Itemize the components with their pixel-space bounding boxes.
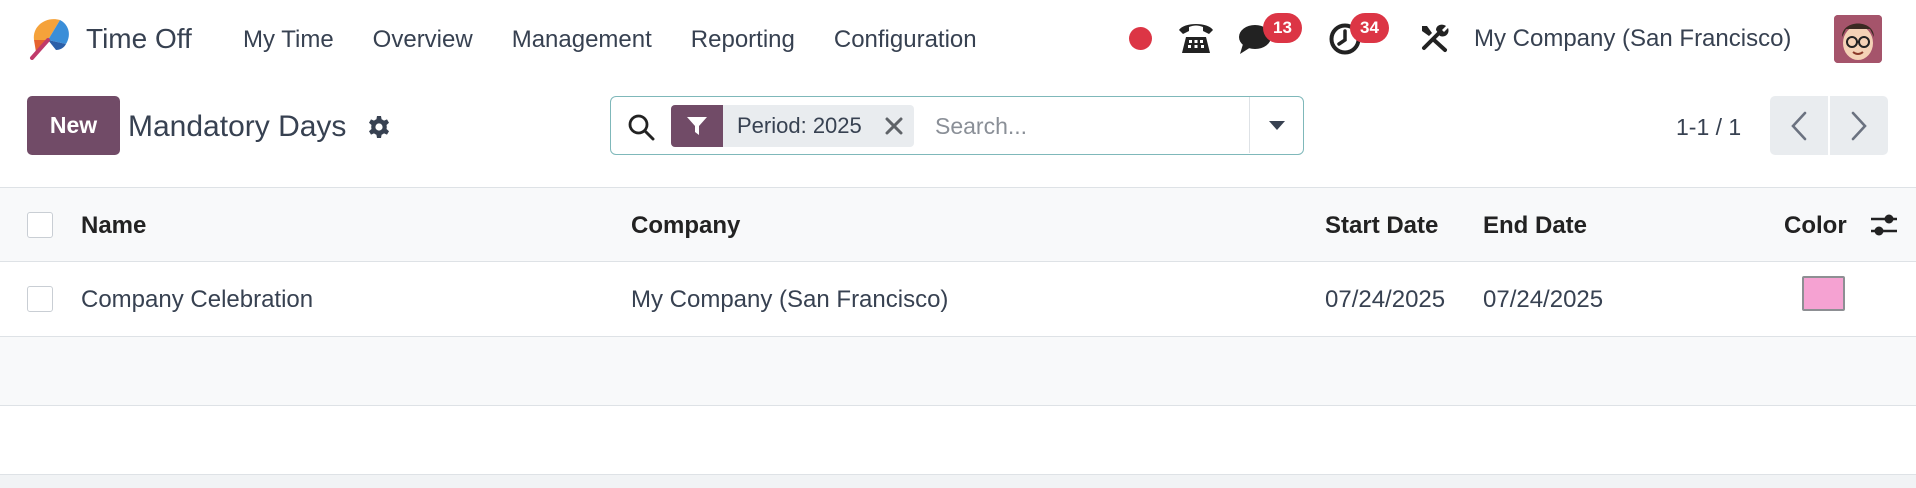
- pager-value[interactable]: 1-1 / 1: [1676, 114, 1741, 141]
- cell-end-date[interactable]: 07/24/2025: [1483, 286, 1603, 314]
- chevron-right-icon: [1851, 111, 1867, 140]
- column-header-end-date[interactable]: End Date: [1483, 212, 1587, 240]
- phone-icon[interactable]: [1176, 20, 1216, 56]
- empty-row: [0, 406, 1916, 475]
- company-switcher[interactable]: My Company (San Francisco): [1474, 25, 1791, 53]
- menu-item-my-time[interactable]: My Time: [243, 26, 334, 54]
- pager-previous-button[interactable]: [1770, 96, 1828, 155]
- optional-columns-icon[interactable]: [1870, 212, 1898, 238]
- search-facet: Period: 2025: [671, 105, 914, 147]
- tools-icon[interactable]: [1418, 22, 1450, 54]
- record-dot-icon[interactable]: [1129, 27, 1152, 50]
- column-header-color[interactable]: Color: [1784, 212, 1847, 240]
- color-swatch[interactable]: [1802, 276, 1845, 311]
- close-icon[interactable]: [874, 105, 914, 147]
- top-navbar: Time Off My Time Overview Management Rep…: [0, 0, 1916, 78]
- cell-name[interactable]: Company Celebration: [81, 286, 313, 314]
- menu-item-overview[interactable]: Overview: [373, 26, 473, 54]
- column-header-start-date[interactable]: Start Date: [1325, 212, 1438, 240]
- search-options-toggle[interactable]: [1249, 97, 1303, 153]
- pager-next-button[interactable]: [1830, 96, 1888, 155]
- settings-gear-icon[interactable]: [367, 115, 391, 139]
- avatar-face-icon: [1834, 15, 1882, 63]
- column-header-company[interactable]: Company: [631, 212, 740, 240]
- activities-badge: 34: [1350, 13, 1389, 43]
- column-header-name[interactable]: Name: [81, 212, 146, 240]
- search-icon[interactable]: [627, 113, 655, 141]
- list-footer: [0, 475, 1916, 488]
- row-checkbox[interactable]: [27, 286, 53, 312]
- search-input[interactable]: [935, 107, 1255, 145]
- messages-badge: 13: [1263, 13, 1302, 43]
- menu-item-management[interactable]: Management: [512, 26, 652, 54]
- select-all-checkbox[interactable]: [27, 212, 53, 238]
- list-header: Name Company Start Date End Date Color: [0, 187, 1916, 262]
- empty-row: [0, 337, 1916, 406]
- page-title: Mandatory Days: [128, 110, 347, 143]
- table-row[interactable]: Company Celebration My Company (San Fran…: [0, 262, 1916, 337]
- filter-icon: [671, 105, 723, 147]
- search-panel: Period: 2025: [610, 96, 1304, 155]
- cell-start-date[interactable]: 07/24/2025: [1325, 286, 1445, 314]
- menu-item-reporting[interactable]: Reporting: [691, 26, 795, 54]
- app-name[interactable]: Time Off: [86, 23, 192, 55]
- cell-company[interactable]: My Company (San Francisco): [631, 286, 948, 314]
- menu-item-configuration[interactable]: Configuration: [834, 26, 977, 54]
- main-menu: My Time Overview Management Reporting Co…: [243, 26, 977, 54]
- new-button[interactable]: New: [27, 96, 120, 155]
- user-avatar[interactable]: [1834, 15, 1882, 63]
- facet-label: Period: 2025: [737, 113, 862, 138]
- app-logo-icon[interactable]: [26, 14, 72, 60]
- chevron-left-icon: [1791, 111, 1807, 140]
- caret-down-icon: [1268, 121, 1285, 130]
